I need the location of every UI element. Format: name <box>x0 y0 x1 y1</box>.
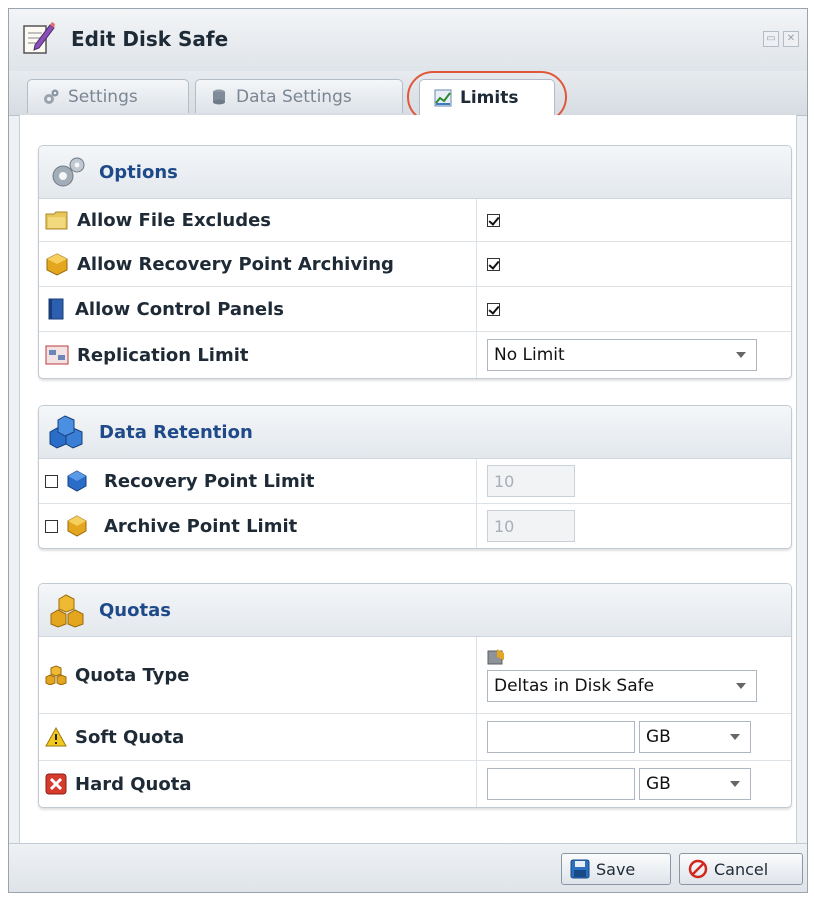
chevron-down-icon <box>730 734 740 740</box>
gold-stack-icon <box>45 665 67 685</box>
allow-file-excludes-row: Allow File Excludes <box>39 199 791 242</box>
recovery-point-limit-label: Recovery Point Limit <box>104 470 315 492</box>
data-retention-title: Data Retention <box>99 421 253 443</box>
replication-limit-value: No Limit <box>494 345 565 365</box>
data-retention-panel: Data Retention Recovery Point Limit 10 A… <box>38 405 792 549</box>
gold-cube-icon <box>46 253 68 276</box>
quota-type-label: Quota Type <box>75 664 190 686</box>
recovery-point-limit-row: Recovery Point Limit 10 <box>39 459 791 504</box>
edit-disk-safe-dialog: Edit Disk Safe ▭ ✕ Settings Data Setting… <box>8 8 808 893</box>
replication-limit-label: Replication Limit <box>77 344 249 366</box>
tab-content: Options Allow File Excludes Allow Recove… <box>19 115 797 845</box>
blue-cubes-icon <box>49 415 83 449</box>
maximize-button[interactable]: ▭ <box>763 31 779 47</box>
hard-quota-unit-select[interactable]: GB <box>639 768 751 800</box>
dialog-footer: Save Cancel <box>9 843 807 892</box>
tab-data-settings[interactable]: Data Settings <box>195 79 403 113</box>
soft-quota-unit-value: GB <box>646 727 671 747</box>
cancel-button[interactable]: Cancel <box>679 853 803 885</box>
hard-quota-row: Hard Quota GB <box>39 761 791 807</box>
gears-icon <box>44 89 59 104</box>
cancel-label: Cancel <box>714 859 769 879</box>
archive-point-limit-label: Archive Point Limit <box>104 515 298 537</box>
quota-type-value: Deltas in Disk Safe <box>494 676 655 696</box>
gears-icon <box>52 157 85 187</box>
save-button[interactable]: Save <box>561 853 671 885</box>
gold-stack-icon <box>50 594 84 628</box>
blue-cube-icon <box>67 470 87 492</box>
options-panel: Options Allow File Excludes Allow Recove… <box>38 145 792 379</box>
allow-archiving-label: Allow Recovery Point Archiving <box>77 253 394 275</box>
archive-point-limit-checkbox[interactable] <box>45 519 58 533</box>
chevron-down-icon <box>730 781 740 787</box>
hard-quota-input[interactable] <box>487 768 635 800</box>
soft-quota-label: Soft Quota <box>75 726 185 748</box>
soft-quota-row: Soft Quota GB <box>39 714 791 761</box>
replication-limit-row: Replication Limit No Limit <box>39 332 791 378</box>
allow-archiving-checkbox[interactable] <box>487 257 500 271</box>
recovery-point-limit-checkbox[interactable] <box>45 474 58 488</box>
tab-settings-label: Settings <box>68 86 138 107</box>
allow-file-excludes-label: Allow File Excludes <box>77 209 272 231</box>
options-header: Options <box>39 146 791 199</box>
allow-file-excludes-checkbox[interactable] <box>487 213 500 227</box>
title-bar: Edit Disk Safe ▭ ✕ <box>9 9 807 72</box>
book-icon <box>48 298 64 320</box>
replication-icon <box>45 345 69 365</box>
replication-limit-select[interactable]: No Limit <box>487 339 757 371</box>
tab-data-settings-label: Data Settings <box>236 86 352 107</box>
quotas-title: Quotas <box>99 599 171 621</box>
allow-archiving-row: Allow Recovery Point Archiving <box>39 242 791 287</box>
save-label: Save <box>596 859 636 879</box>
allow-control-panels-row: Allow Control Panels <box>39 287 791 332</box>
close-button[interactable]: ✕ <box>783 31 799 47</box>
edit-note-icon <box>23 22 55 54</box>
cancel-icon <box>688 859 708 879</box>
quotas-panel: Quotas Quota Type Deltas in Disk Safe So… <box>38 583 792 808</box>
allow-control-panels-label: Allow Control Panels <box>75 298 284 320</box>
tab-settings[interactable]: Settings <box>27 79 189 113</box>
quota-type-row: Quota Type Deltas in Disk Safe <box>39 637 791 714</box>
allow-control-panels-checkbox[interactable] <box>487 302 500 316</box>
soft-quota-input[interactable] <box>487 721 635 753</box>
dialog-title: Edit Disk Safe <box>71 27 229 51</box>
database-icon <box>213 89 225 104</box>
folder-icon <box>45 211 68 230</box>
recovery-point-limit-input[interactable]: 10 <box>487 465 575 497</box>
save-icon <box>570 859 590 879</box>
options-title: Options <box>99 161 178 183</box>
data-retention-header: Data Retention <box>39 406 791 459</box>
quota-info-icon[interactable] <box>487 648 505 666</box>
gold-cube-icon <box>67 515 87 537</box>
chevron-down-icon <box>736 683 746 689</box>
hard-quota-label: Hard Quota <box>75 773 192 795</box>
hard-quota-unit-value: GB <box>646 774 671 794</box>
error-icon <box>45 773 67 795</box>
archive-point-limit-row: Archive Point Limit 10 <box>39 504 791 548</box>
quota-type-select[interactable]: Deltas in Disk Safe <box>487 670 757 702</box>
soft-quota-unit-select[interactable]: GB <box>639 721 751 753</box>
chevron-down-icon <box>736 352 746 358</box>
warning-icon <box>45 727 67 747</box>
archive-point-limit-input[interactable]: 10 <box>487 510 575 542</box>
quotas-header: Quotas <box>39 584 791 637</box>
